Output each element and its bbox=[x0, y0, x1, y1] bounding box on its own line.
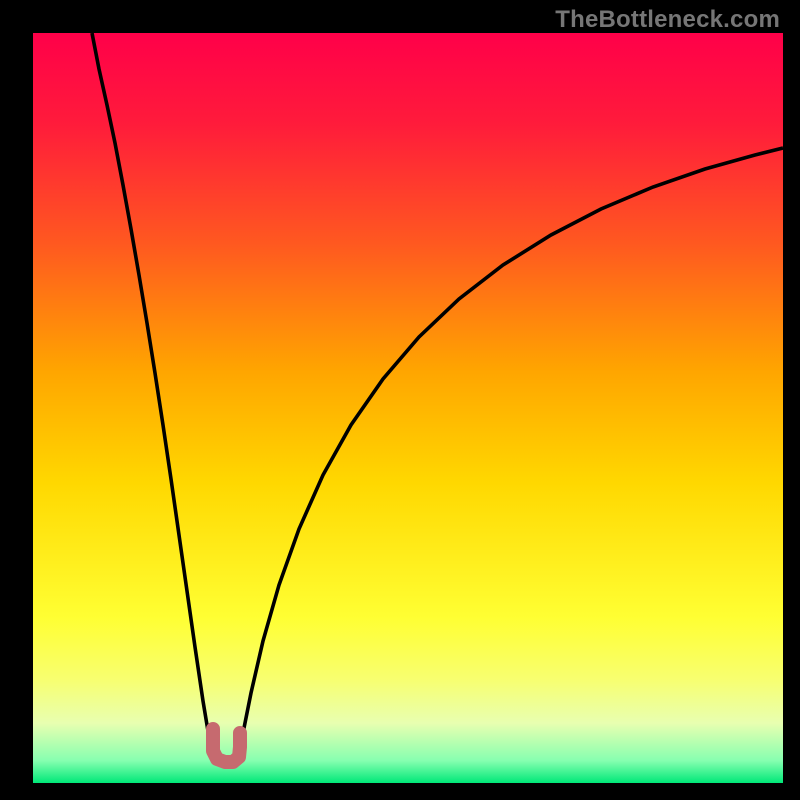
bottleneck-chart bbox=[33, 33, 783, 783]
chart-frame bbox=[33, 33, 783, 783]
chart-background bbox=[33, 33, 783, 783]
watermark-text: TheBottleneck.com bbox=[555, 6, 780, 34]
